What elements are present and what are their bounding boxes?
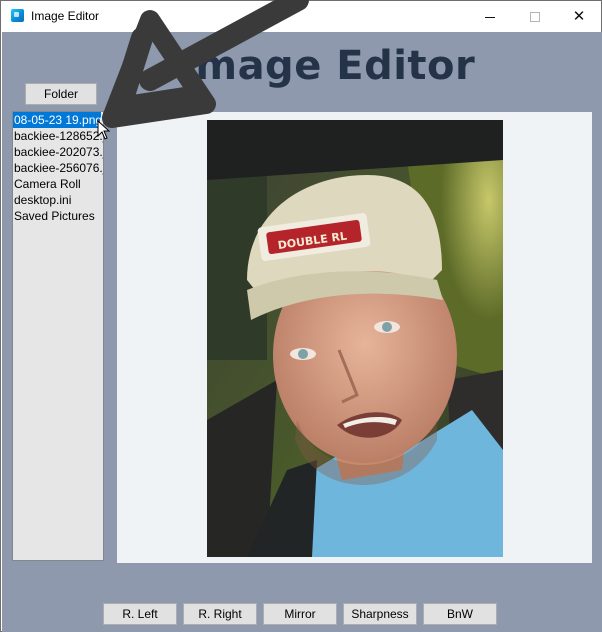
file-list-item[interactable]: backiee-256076.jp xyxy=(13,160,103,176)
rotate-right-button[interactable]: R. Right xyxy=(183,603,257,625)
maximize-button[interactable] xyxy=(512,1,558,32)
file-list-item[interactable]: Camera Roll xyxy=(13,176,103,192)
title-bar[interactable]: Image Editor ✕ xyxy=(1,1,601,32)
minimize-icon xyxy=(485,17,495,18)
close-button[interactable]: ✕ xyxy=(556,1,602,32)
photo-preview: DOUBLE RL xyxy=(207,120,503,557)
mirror-button[interactable]: Mirror xyxy=(263,603,337,625)
file-list-item[interactable]: backiee-128652.j xyxy=(13,128,103,144)
folder-button[interactable]: Folder xyxy=(25,83,97,105)
sharpness-button[interactable]: Sharpness xyxy=(343,603,417,625)
window-title: Image Editor xyxy=(31,9,100,23)
file-list-item[interactable]: desktop.ini xyxy=(13,192,103,208)
file-list-item[interactable]: 08-05-23 19.png xyxy=(13,112,101,128)
app-window: Image Editor ✕ Image Editor Folder 08-05… xyxy=(0,0,602,632)
file-listbox[interactable]: 08-05-23 19.png backiee-128652.j backiee… xyxy=(12,111,104,561)
close-icon: ✕ xyxy=(572,7,586,25)
minimize-button[interactable] xyxy=(467,1,513,32)
app-image-icon xyxy=(11,9,24,22)
image-canvas: DOUBLE RL xyxy=(117,112,592,563)
maximize-icon xyxy=(530,11,540,22)
file-list-item[interactable]: backiee-202073.jp xyxy=(13,144,103,160)
mouse-cursor-icon xyxy=(97,120,111,140)
rotate-left-button[interactable]: R. Left xyxy=(103,603,177,625)
bnw-button[interactable]: BnW xyxy=(423,603,497,625)
client-area: Image Editor Folder 08-05-23 19.png back… xyxy=(2,32,602,632)
portrait-photo-icon: DOUBLE RL xyxy=(207,120,503,557)
page-title: Image Editor xyxy=(180,43,476,89)
file-list-item[interactable]: Saved Pictures xyxy=(13,208,103,224)
